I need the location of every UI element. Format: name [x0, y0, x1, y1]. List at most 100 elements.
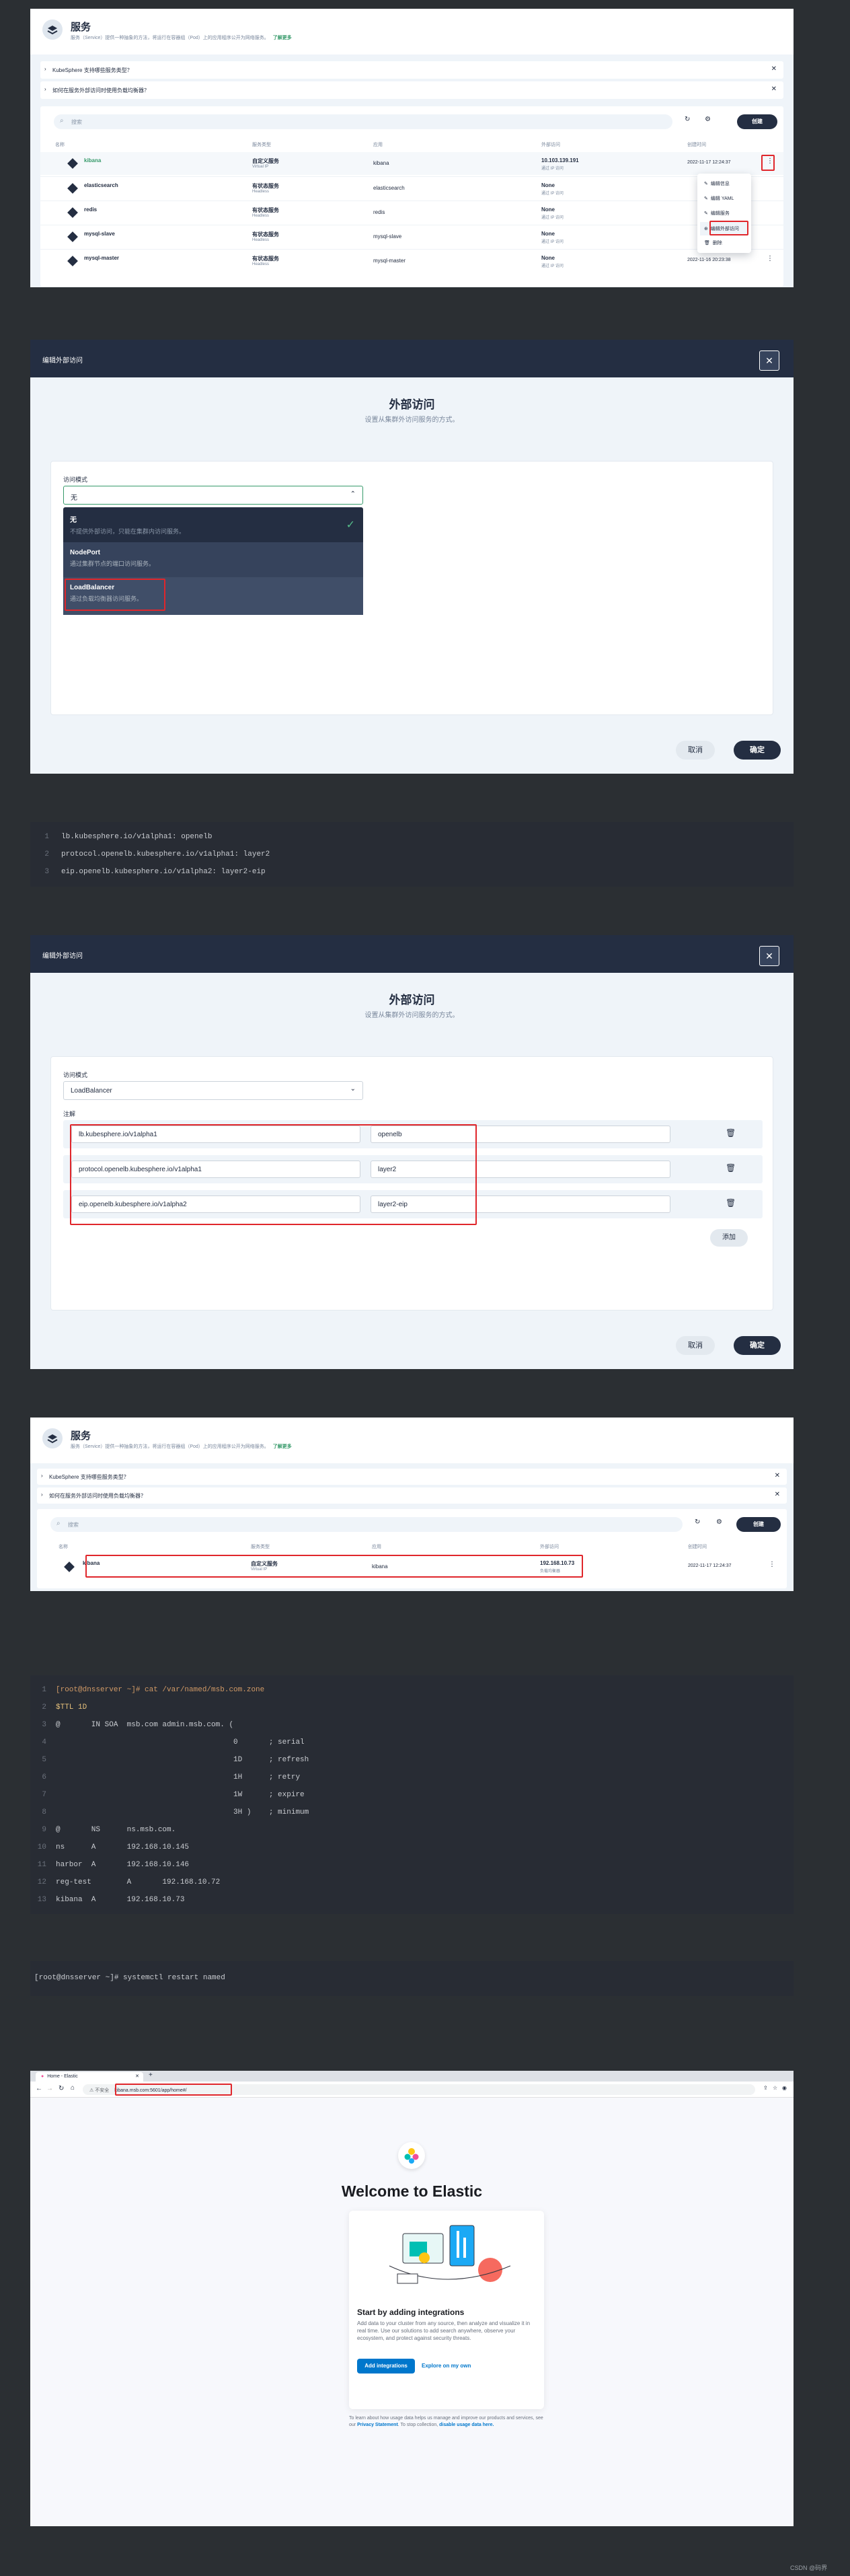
trash-icon[interactable]: 🗑 — [726, 1128, 736, 1138]
menu-item-edit-info[interactable]: ✎ 编辑信息 — [704, 180, 730, 187]
close-icon[interactable]: ✕ — [135, 2073, 139, 2079]
services-screenshot-1: 服务 服务（Service）提供一种抽象的方法，将运行在容器组（Pod）上的应用… — [30, 9, 794, 287]
gear-icon[interactable]: ⚙ — [716, 1518, 722, 1526]
browser-tab[interactable]: ● Home - Elastic ✕ — [36, 2072, 143, 2082]
create-button[interactable]: 创建 — [737, 114, 777, 129]
close-icon[interactable]: ✕ — [771, 65, 777, 73]
menu-label: 编辑 YAML — [710, 196, 734, 201]
mode-select[interactable]: 无 ⌃ — [63, 486, 363, 505]
more-icon[interactable]: ⋮ — [769, 1561, 775, 1568]
trash-icon[interactable]: 🗑 — [726, 1163, 736, 1173]
row-name[interactable]: kibana — [84, 157, 101, 163]
row-name[interactable]: mysql-master — [84, 255, 119, 261]
table-row[interactable]: mysql-slave 有状态服务 Headless mysql-slave N… — [40, 225, 783, 248]
line-text: kibana A 192.168.10.73 — [56, 1896, 185, 1904]
form-card: 访问模式 LoadBalancer ⌄ 注解 lb.kubesphere.io/… — [50, 1056, 773, 1311]
notice-service-types[interactable]: › KubeSphere 支持哪些服务类型？ ✕ — [40, 61, 783, 79]
trash-icon[interactable]: 🗑 — [726, 1198, 736, 1208]
more-icon[interactable]: ⋮ — [767, 255, 773, 262]
menu-item-edit-service[interactable]: ✎ 编辑服务 — [704, 210, 730, 217]
line-text: protocol.openelb.kubesphere.io/v1alpha1:… — [61, 850, 270, 858]
search-input[interactable]: ⌕ 搜索 — [50, 1517, 683, 1532]
close-icon[interactable]: ✕ — [771, 85, 777, 93]
refresh-icon[interactable]: ↻ — [695, 1518, 700, 1526]
code-line: 5 1D ; refresh — [30, 1756, 309, 1764]
table-row[interactable]: redis 有状态服务 Headless redis None 通过 IP 访问 — [40, 200, 783, 223]
notice-service-types[interactable]: › KubeSphere 支持哪些服务类型？ ✕ — [37, 1469, 787, 1485]
highlight-kibana-row — [85, 1555, 583, 1578]
code-line: 6 1H ; retry — [30, 1773, 300, 1781]
learn-more-link[interactable]: 了解更多 — [273, 1444, 292, 1449]
header-created[interactable]: 创建时间 — [688, 1543, 707, 1550]
line-text: reg-test A 192.168.10.72 — [56, 1878, 221, 1886]
address-bar-row: ← → ↻ ⌂ ⚠ 不安全 kibana.msb.com:5601/app/ho… — [30, 2082, 794, 2098]
highlight-more — [761, 155, 775, 171]
header-type: 服务类型 — [251, 1545, 270, 1549]
close-icon[interactable]: ✕ — [775, 1491, 780, 1498]
add-integrations-button[interactable]: Add integrations — [357, 2359, 415, 2373]
header-type: 服务类型 — [252, 143, 271, 147]
table-row[interactable]: mysql-master 有状态服务 Headless mysql-master… — [40, 249, 783, 272]
back-icon[interactable]: ← — [36, 2085, 42, 2092]
search-icon: ⌕ — [56, 1520, 61, 1527]
menu-item-delete[interactable]: 🗑 删除 — [704, 240, 722, 246]
table-row[interactable]: kibana 自定义服务 Virtual IP kibana 192.168.1… — [37, 1553, 787, 1580]
notice-load-balancer[interactable]: › 如何在服务外部访问时使用负载均衡器？ ✕ — [40, 81, 783, 99]
page-header: 服务 服务（Service）提供一种抽象的方法，将运行在容器组（Pod）上的应用… — [30, 9, 794, 54]
ok-button[interactable]: 确定 — [734, 741, 781, 760]
row-name[interactable]: redis — [84, 207, 97, 213]
mode-select[interactable]: LoadBalancer ⌄ — [63, 1081, 363, 1100]
annotations-label: 注解 — [63, 1111, 76, 1117]
close-button[interactable]: ✕ — [759, 351, 779, 371]
refresh-icon[interactable]: ↻ — [685, 116, 690, 123]
ok-button[interactable]: 确定 — [734, 1336, 781, 1355]
explore-link[interactable]: Explore on my own — [422, 2363, 471, 2369]
header-created[interactable]: 创建时间 — [687, 141, 706, 148]
option-desc: 通过集群节点的端口访问服务。 — [70, 560, 155, 567]
option-none[interactable]: 无 不提供外部访问，只能在集群内访问服务。 ✓ — [63, 507, 363, 542]
search-input[interactable]: ⌕ 搜索 — [54, 114, 672, 129]
row-name[interactable]: elasticsearch — [84, 182, 118, 188]
menu-label: 删除 — [712, 241, 722, 246]
header-name[interactable]: 名称 — [59, 1543, 68, 1550]
header-name[interactable]: 名称 — [55, 141, 65, 148]
mode-label: 访问模式 — [63, 476, 88, 483]
highlight-edit-external — [709, 221, 748, 235]
row-name[interactable]: mysql-slave — [84, 231, 115, 237]
line-text: harbor A 192.168.10.146 — [56, 1861, 190, 1869]
profile-icon[interactable]: ◉ — [782, 2085, 787, 2091]
line-text: 1W ; expire — [56, 1791, 305, 1799]
row-type: 有状态服务 — [252, 183, 279, 189]
insecure-label: 不安全 — [95, 2088, 110, 2093]
add-annotation-button[interactable]: 添加 — [710, 1229, 748, 1247]
close-icon[interactable]: ✕ — [775, 1472, 780, 1479]
learn-more-link[interactable]: 了解更多 — [273, 36, 292, 40]
home-icon[interactable]: ⌂ — [71, 2084, 75, 2092]
table-row[interactable]: elasticsearch 有状态服务 Headless elasticsear… — [40, 176, 783, 199]
menu-item-edit-yaml[interactable]: ✎ 编辑 YAML — [704, 195, 734, 202]
new-tab-icon[interactable]: + — [149, 2071, 153, 2079]
privacy-link[interactable]: Privacy Statement — [357, 2423, 398, 2427]
edit-external-access-dialog-1: 编辑外部访问 ✕ 外部访问 设置从集群外访问服务的方式。 访问模式 无 ⌃ 无 … — [30, 340, 794, 774]
disable-usage-link[interactable]: disable usage data here. — [439, 2423, 494, 2427]
gear-icon[interactable]: ⚙ — [705, 116, 711, 123]
star-icon[interactable]: ☆ — [773, 2085, 777, 2091]
line-number: 2 — [42, 1703, 46, 1712]
option-desc: 不提供外部访问，只能在集群内访问服务。 — [70, 528, 186, 535]
create-button[interactable]: 创建 — [736, 1517, 781, 1532]
cancel-button[interactable]: 取消 — [676, 741, 715, 760]
share-icon[interactable]: ⇪ — [763, 2085, 768, 2091]
tab-title: Home - Elastic — [47, 2074, 78, 2079]
edit-external-access-dialog-2: 编辑外部访问 ✕ 外部访问 设置从集群外访问服务的方式。 访问模式 LoadBa… — [30, 935, 794, 1369]
close-button[interactable]: ✕ — [759, 946, 779, 966]
service-table: ⌕ 搜索 ↻ ⚙ 创建 名称 服务类型 应用 外部访问 创建时间 kibana … — [37, 1509, 787, 1588]
cancel-button[interactable]: 取消 — [676, 1336, 715, 1355]
watermark: CSDN @码界 — [790, 2565, 828, 2571]
forward-icon[interactable]: → — [46, 2085, 53, 2092]
table-row[interactable]: kibana 自定义服务 Virtual IP kibana 10.103.13… — [40, 152, 783, 175]
line-text: ns A 192.168.10.145 — [56, 1843, 190, 1851]
row-time: 2022-11-17 12:24:37 — [687, 160, 731, 165]
reload-icon[interactable]: ↻ — [59, 2085, 64, 2092]
notice-load-balancer[interactable]: › 如何在服务外部访问时使用负载均衡器？ ✕ — [37, 1487, 787, 1504]
option-nodeport[interactable]: NodePort 通过集群节点的端口访问服务。 — [63, 542, 363, 577]
